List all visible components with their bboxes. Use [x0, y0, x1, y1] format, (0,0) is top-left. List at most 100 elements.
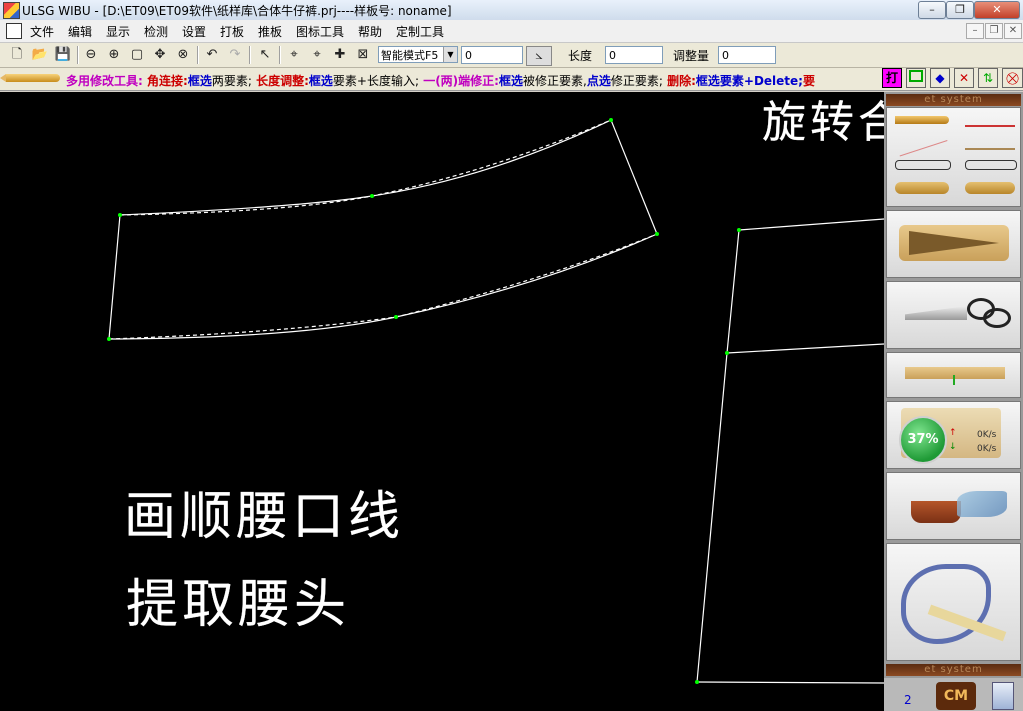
tool-panel: et system 37% 0K/s 0K/s ↑ ↓ et system 2 …	[884, 92, 1023, 711]
close-button[interactable]: ✕	[974, 1, 1020, 19]
adjust-label: 调整量	[673, 49, 710, 63]
point-tool-1-icon[interactable]: ⌖	[285, 46, 303, 64]
waistband-bottom-curve	[108, 233, 658, 340]
waistband-left-edge	[108, 214, 121, 340]
hint-segment: 框选要素	[695, 74, 744, 88]
value-input[interactable]: 0	[461, 46, 523, 64]
app-icon	[3, 2, 20, 19]
menu-bar: 文件 编辑 显示 检测 设置 打板 推板 图标工具 帮助 定制工具 – ❐ ✕	[0, 20, 1023, 43]
notch-tool-tile[interactable]	[886, 352, 1021, 398]
hint-segment: 要	[802, 74, 815, 88]
point-mode-icon[interactable]: ◆	[930, 68, 950, 88]
new-file-icon[interactable]: 🗋	[8, 46, 26, 64]
trouser-hip-cross-line	[726, 343, 884, 354]
hint-segment: 两要素;	[211, 74, 252, 88]
mdi-restore-button[interactable]: ❐	[985, 23, 1003, 39]
window-title: ULSG WIBU - [D:\ET09\ET09软件\纸样库\合体牛仔裤.pr…	[22, 4, 452, 18]
mode-select[interactable]: 智能模式F5 ▼	[378, 46, 458, 63]
trouser-side-line	[696, 352, 728, 683]
redo-icon[interactable]: ↷	[226, 46, 244, 64]
awl-tool-icon[interactable]	[965, 182, 1015, 194]
mdi-close-button[interactable]: ✕	[1004, 23, 1022, 39]
hint-segment: 框选	[308, 74, 333, 88]
hint-segment: 点选	[586, 74, 611, 88]
scissors-handle	[983, 308, 1011, 328]
menu-custom-tools[interactable]: 定制工具	[396, 23, 444, 40]
hint-segment: +Delete;	[743, 74, 803, 88]
menu-draft[interactable]: 打板	[220, 23, 244, 40]
point-tool-4-icon[interactable]: ⊠	[354, 46, 372, 64]
minimize-button[interactable]: –	[918, 1, 946, 19]
arrow-mode-icon[interactable]: ⇅	[978, 68, 998, 88]
drawing-tools-tile	[886, 107, 1021, 207]
zoom-out-icon[interactable]: ⊖	[82, 46, 100, 64]
point-tool-2-icon[interactable]: ⌖	[308, 46, 326, 64]
trouser-waist-line	[738, 218, 884, 231]
menu-settings[interactable]: 设置	[182, 23, 206, 40]
pencil-icon	[0, 74, 60, 82]
curve-ruler-tile[interactable]	[886, 543, 1021, 661]
menu-edit[interactable]: 编辑	[68, 23, 92, 40]
rectangle-mode-icon[interactable]	[906, 68, 926, 88]
upload-arrow-icon: ↑	[949, 428, 957, 438]
cm-unit-button[interactable]: CM	[936, 682, 976, 710]
annotation-waist-smooth: 画顺腰口线	[124, 487, 405, 547]
hint-segment: 长度调整:	[256, 74, 309, 88]
waistband-top-dashed	[119, 119, 612, 216]
hint-segment: 一(两)端修正:	[423, 74, 499, 88]
angle-tool-icon[interactable]	[965, 138, 1015, 150]
restore-button[interactable]: ❐	[946, 1, 974, 19]
point-tool-3-icon[interactable]: ✚	[331, 46, 349, 64]
menu-check[interactable]: 检测	[144, 23, 168, 40]
open-folder-icon[interactable]: 📂	[31, 46, 49, 64]
length-input[interactable]: 0	[605, 46, 663, 64]
compass-tool-icon[interactable]	[895, 160, 951, 170]
upload-speed: 0K/s	[977, 430, 997, 440]
title-bar: ULSG WIBU - [D:\ET09\ET09软件\纸样库\合体牛仔裤.pr…	[0, 0, 1023, 20]
mdi-minimize-button[interactable]: –	[966, 23, 984, 39]
pen-tool-icon[interactable]	[965, 115, 1015, 127]
zoom-fit-icon[interactable]: ⊗	[174, 46, 192, 64]
menu-file[interactable]: 文件	[30, 23, 54, 40]
dart-shape	[909, 231, 999, 255]
toolbar-separator	[197, 46, 199, 64]
save-icon[interactable]: 💾	[54, 46, 72, 64]
dart-tool-tile[interactable]	[886, 210, 1021, 278]
scissors-tool-tile[interactable]	[886, 281, 1021, 349]
mode-button-t[interactable]: 打	[882, 68, 902, 88]
download-speed: 0K/s	[977, 444, 997, 454]
document-icon[interactable]	[6, 23, 22, 39]
hint-segment: 删除:	[667, 74, 696, 88]
length-label: 长度	[568, 49, 593, 63]
download-arrow-icon: ↓	[949, 442, 957, 452]
chevron-down-icon[interactable]: ▼	[443, 47, 457, 62]
drawing-canvas[interactable]: 画顺腰口线 提取腰头 旋转合	[0, 92, 884, 711]
zoom-in-icon[interactable]: ⊕	[105, 46, 123, 64]
tracing-wheel-icon[interactable]	[895, 182, 949, 194]
menu-view[interactable]: 显示	[106, 23, 130, 40]
wash-tool-tile[interactable]	[886, 472, 1021, 540]
calculator-icon[interactable]	[992, 682, 1014, 710]
pencil-tool-icon[interactable]	[895, 116, 949, 124]
menu-help[interactable]: 帮助	[358, 23, 382, 40]
undo-icon[interactable]: ↶	[203, 46, 221, 64]
menu-icon-tools[interactable]: 图标工具	[296, 23, 344, 40]
panel-bottom-bar: 2 CM	[884, 678, 1023, 711]
notch-icon	[905, 367, 1005, 379]
lock-mode-icon[interactable]: ⛒	[1002, 68, 1023, 88]
menu-grade[interactable]: 推板	[258, 23, 282, 40]
line-tool-icon[interactable]	[896, 130, 948, 157]
adjust-input[interactable]: 0	[718, 46, 776, 64]
dart-icon	[899, 225, 1009, 261]
select-delete-icon[interactable]: ↖	[256, 46, 274, 64]
cut-mode-icon[interactable]: ✕	[954, 68, 974, 88]
notch-marker	[953, 375, 955, 385]
divider-tool-icon[interactable]	[965, 160, 1017, 170]
zoom-window-icon[interactable]: ▢	[128, 46, 146, 64]
pan-icon[interactable]: ✥	[151, 46, 169, 64]
cloth-icon	[957, 491, 1007, 517]
trouser-hem-line	[696, 681, 884, 684]
hint-segment: 角连接:	[147, 74, 188, 88]
hint-tool-name: 多用修改工具:	[66, 74, 143, 88]
angle-icon[interactable]: ⦣	[526, 46, 552, 66]
